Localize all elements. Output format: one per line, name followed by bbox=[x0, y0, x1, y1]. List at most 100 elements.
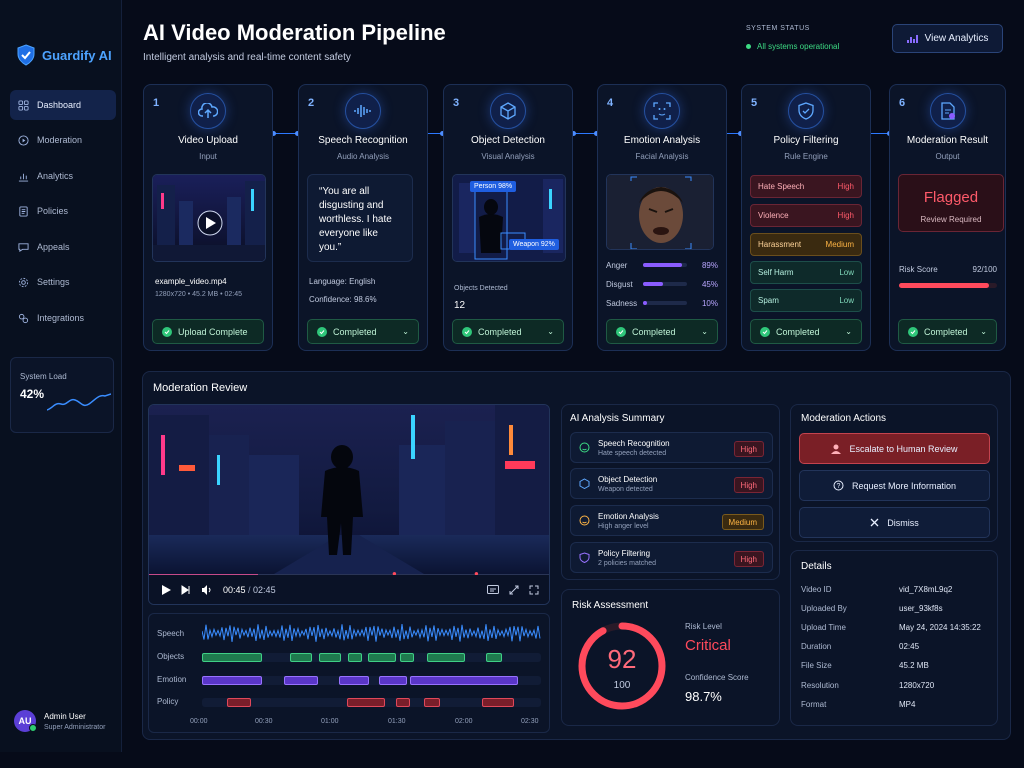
grid-icon bbox=[18, 99, 29, 111]
view-analytics-label: View Analytics bbox=[924, 33, 989, 44]
summary-row-speech[interactable]: Speech Recognition Hate speech detected H… bbox=[570, 432, 773, 463]
system-status: All systems operational bbox=[746, 42, 839, 51]
sidebar-item-moderation[interactable]: Moderation bbox=[10, 125, 116, 155]
status-label: Completed bbox=[924, 326, 968, 337]
current-time: 00:45 bbox=[223, 584, 246, 595]
confidence-label: Confidence: bbox=[309, 295, 352, 304]
pipeline-connector bbox=[571, 131, 599, 136]
policy-rule-name: Harassment bbox=[758, 240, 802, 249]
video-frame[interactable] bbox=[149, 405, 550, 577]
stage-status-dropdown[interactable]: Completed ⌄ bbox=[307, 319, 419, 344]
sidebar-item-integrations[interactable]: Integrations bbox=[10, 303, 116, 333]
system-load-card: System Load 42% bbox=[10, 357, 114, 433]
stage-title: Speech Recognition bbox=[318, 135, 408, 146]
confidence-score-label: Confidence Score bbox=[685, 673, 749, 682]
play-icon[interactable] bbox=[161, 584, 171, 595]
weapon-detection-tag: Weapon 92% bbox=[509, 239, 559, 250]
risk-score-number: 92 bbox=[607, 644, 637, 674]
sidebar-item-dashboard[interactable]: Dashboard bbox=[10, 90, 116, 120]
stage-subtitle: Rule Engine bbox=[784, 152, 828, 161]
brand-logo[interactable]: Guardify AI bbox=[16, 44, 112, 66]
risk-level-value: Critical bbox=[685, 637, 731, 654]
user-icon bbox=[831, 444, 842, 454]
dismiss-button[interactable]: Dismiss bbox=[799, 507, 990, 538]
check-icon bbox=[908, 326, 918, 337]
speech-waveform[interactable] bbox=[202, 624, 541, 642]
summary-row-emotion[interactable]: Emotion Analysis High anger level Medium bbox=[570, 505, 773, 536]
fullscreen-icon[interactable] bbox=[529, 585, 539, 595]
expand-icon[interactable] bbox=[509, 585, 519, 595]
stage-card-object-detection[interactable]: 3 Object Detection Visual Analysis Perso… bbox=[443, 84, 573, 351]
avatar: AU bbox=[14, 710, 37, 732]
objects-detected-label: Objects Detected bbox=[454, 285, 508, 292]
check-icon bbox=[162, 326, 172, 337]
language-label: Language: bbox=[309, 277, 347, 286]
stage-number: 6 bbox=[899, 97, 906, 109]
face-preview bbox=[606, 174, 714, 250]
user-profile[interactable]: AU Admin User Super Administrator bbox=[14, 710, 105, 732]
timeline-tick: 02:30 bbox=[521, 718, 539, 725]
emotion-track[interactable] bbox=[202, 676, 541, 685]
stage-card-policy-filtering[interactable]: 5 Policy Filtering Rule Engine Hate Spee… bbox=[741, 84, 871, 351]
detail-value: 02:45 bbox=[899, 642, 920, 651]
sidebar-item-settings[interactable]: Settings bbox=[10, 267, 116, 297]
video-player[interactable]: ● ● 00:45 / 02:45 bbox=[148, 404, 550, 605]
risk-score-bar bbox=[899, 283, 997, 288]
stage-status-dropdown[interactable]: Completed ⌄ bbox=[750, 319, 862, 344]
video-thumbnail[interactable] bbox=[152, 174, 266, 262]
risk-score-max: 100 bbox=[613, 680, 631, 691]
policy-rule-violence[interactable]: Violence High bbox=[750, 204, 862, 227]
check-icon bbox=[317, 326, 327, 337]
policy-track[interactable] bbox=[202, 698, 541, 707]
skip-next-icon[interactable] bbox=[181, 584, 191, 595]
volume-icon[interactable] bbox=[201, 584, 213, 595]
view-analytics-button[interactable]: View Analytics bbox=[892, 24, 1003, 53]
captions-icon[interactable] bbox=[487, 585, 499, 594]
summary-row-sub: Hate speech detected bbox=[598, 449, 667, 457]
summary-row-object[interactable]: Object Detection Weapon detected High bbox=[570, 468, 773, 499]
result-label: Flagged bbox=[923, 189, 979, 206]
system-load-sparkline bbox=[47, 393, 111, 411]
chat-icon bbox=[18, 242, 29, 252]
sidebar-item-policies[interactable]: Policies bbox=[10, 196, 116, 226]
objects-detected-count: 12 bbox=[454, 300, 466, 311]
sidebar-item-analytics[interactable]: Analytics bbox=[10, 161, 116, 191]
stage-card-emotion-analysis[interactable]: 4 Emotion Analysis Facial Analysis Anger… bbox=[597, 84, 727, 351]
gear-icon bbox=[18, 277, 29, 287]
risk-level-label: Risk Level bbox=[685, 622, 722, 631]
language-value: English bbox=[349, 277, 376, 286]
details-title: Details bbox=[801, 561, 832, 572]
detail-value: 1280x720 bbox=[899, 681, 935, 690]
summary-row-policy[interactable]: Policy Filtering 2 policies matched High bbox=[570, 542, 773, 573]
face-icon bbox=[579, 515, 590, 526]
chevron-down-icon: ⌄ bbox=[980, 327, 987, 336]
detail-key: Video ID bbox=[801, 585, 832, 594]
policy-rule-level: High bbox=[837, 182, 854, 191]
stage-title: Video Upload bbox=[178, 135, 238, 146]
stage-card-moderation-result[interactable]: 6 Moderation Result Output Flagged Revie… bbox=[889, 84, 1006, 351]
request-info-button[interactable]: ? Request More Information bbox=[799, 470, 990, 501]
escalate-button[interactable]: Escalate to Human Review bbox=[799, 433, 990, 464]
sidebar-item-appeals[interactable]: Appeals bbox=[10, 232, 116, 262]
objects-track[interactable] bbox=[202, 653, 541, 662]
cube-icon bbox=[490, 93, 526, 129]
stage-card-speech-recognition[interactable]: 2 Speech Recognition Audio Analysis “You… bbox=[298, 84, 428, 351]
system-status-label: SYSTEM STATUS bbox=[746, 25, 810, 32]
stage-status-dropdown[interactable]: Completed ⌄ bbox=[898, 319, 997, 344]
page-subtitle: Intelligent analysis and real-time conte… bbox=[143, 52, 351, 63]
detection-preview[interactable]: Person 98% Weapon 92% bbox=[452, 174, 566, 262]
policy-rule-self-harm[interactable]: Self Harm Low bbox=[750, 261, 862, 284]
check-icon bbox=[616, 326, 626, 337]
stage-title: Policy Filtering bbox=[773, 135, 839, 146]
policy-rule-hate-speech[interactable]: Hate Speech High bbox=[750, 175, 862, 198]
stage-number: 5 bbox=[751, 97, 758, 109]
stage-status-dropdown[interactable]: Completed ⌄ bbox=[452, 319, 564, 344]
policy-rule-harassment[interactable]: Harassment Medium bbox=[750, 233, 862, 256]
chevron-down-icon: ⌄ bbox=[547, 327, 554, 336]
analysis-timeline[interactable]: Speech Objects Emotion Policy 00:00 00:3… bbox=[148, 613, 550, 733]
stage-status-dropdown[interactable]: Completed ⌄ bbox=[606, 319, 718, 344]
stage-title: Emotion Analysis bbox=[623, 135, 701, 146]
stage-card-video-upload[interactable]: 1 Video Upload Input example_video.mp4 1… bbox=[143, 84, 273, 351]
severity-badge: Medium bbox=[721, 514, 764, 530]
policy-rule-spam[interactable]: Spam Low bbox=[750, 289, 862, 312]
